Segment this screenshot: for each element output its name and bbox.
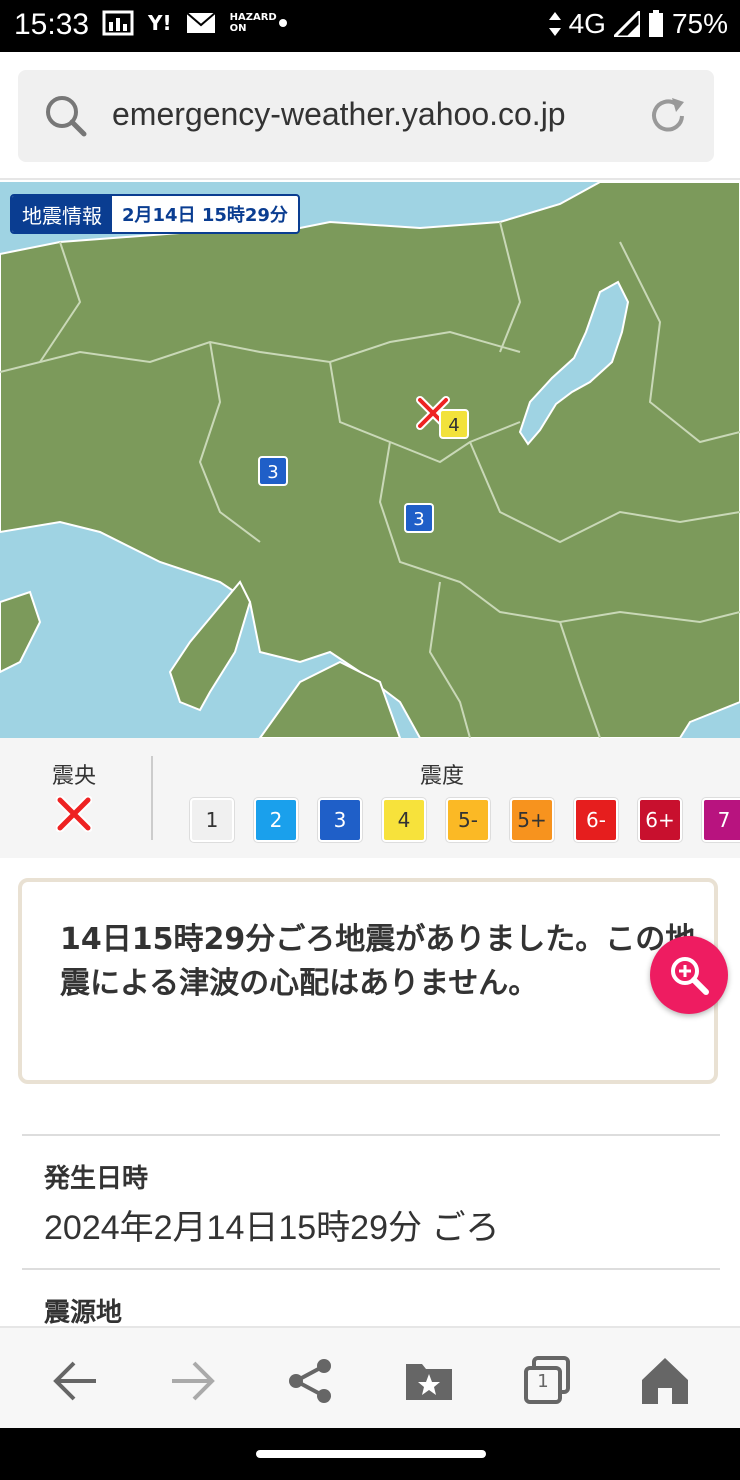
status-right: 4G 75% bbox=[548, 8, 728, 40]
intensity-chip: 1 bbox=[190, 798, 234, 842]
marker-label: 3 bbox=[413, 509, 424, 530]
tabs-button[interactable]: 1 bbox=[520, 1354, 574, 1408]
hazard-on-icon: HAZARD ON bbox=[229, 12, 277, 34]
network-type: 4G bbox=[568, 8, 606, 39]
intensity-chip: 6+ bbox=[638, 798, 682, 842]
mail-icon bbox=[185, 12, 216, 33]
field-value-datetime: 2024年2月14日15時29分 ごろ bbox=[44, 1209, 500, 1247]
tab-count: 1 bbox=[537, 1371, 549, 1392]
divider bbox=[22, 1134, 720, 1136]
zoom-in-icon bbox=[671, 957, 709, 995]
intensity-label: 震度 bbox=[420, 764, 465, 789]
intensity-marker-4: 4 bbox=[439, 409, 469, 439]
dot-icon bbox=[278, 19, 287, 27]
intensity-marker-3: 3 bbox=[258, 456, 288, 486]
gallery-icon bbox=[102, 10, 134, 36]
browser-toolbar: 1 bbox=[0, 1326, 740, 1430]
address-bar[interactable]: emergency-weather.yahoo.co.jp bbox=[18, 70, 714, 162]
intensity-chip: 7 bbox=[702, 798, 740, 842]
intensity-chip: 5+ bbox=[510, 798, 554, 842]
signal-icon bbox=[613, 11, 640, 37]
legend-divider bbox=[151, 756, 153, 840]
marker-label: 3 bbox=[267, 462, 278, 483]
divider bbox=[0, 178, 740, 180]
home-icon[interactable] bbox=[638, 1354, 692, 1408]
intensity-chip: 5- bbox=[446, 798, 490, 842]
system-nav-bar bbox=[0, 1428, 740, 1480]
intensity-scale: 1 2 3 4 5- 5+ 6- 6+ 7 bbox=[190, 798, 740, 842]
bookmark-icon[interactable] bbox=[402, 1354, 456, 1408]
search-icon[interactable] bbox=[44, 94, 88, 138]
map-legend: 震央 震度 1 2 3 4 5- 5+ 6- 6+ 7 bbox=[0, 738, 740, 858]
badge-title: 地震情報 bbox=[12, 196, 112, 232]
back-icon[interactable] bbox=[48, 1354, 102, 1408]
status-bar: 15:33 Y! HAZARD ON 4G 75% bbox=[0, 0, 740, 52]
data-arrows-icon bbox=[548, 12, 561, 36]
battery-icon bbox=[648, 10, 663, 37]
status-time: 15:33 bbox=[14, 8, 90, 41]
intensity-chip: 3 bbox=[318, 798, 362, 842]
status-icons: Y! HAZARD ON bbox=[102, 10, 288, 36]
earthquake-message-box: 14日15時29分ごろ地震がありました。この地震による津波の心配はありません。 bbox=[18, 878, 718, 1084]
intensity-chip: 4 bbox=[382, 798, 426, 842]
intensity-marker-3: 3 bbox=[404, 503, 434, 533]
epicenter-label: 震央 bbox=[52, 764, 97, 789]
epicenter-icon bbox=[56, 796, 92, 832]
intensity-chip: 6- bbox=[574, 798, 618, 842]
earthquake-info-badge: 地震情報 2月14日 15時29分 bbox=[10, 194, 300, 234]
reload-icon[interactable] bbox=[646, 94, 690, 138]
yahoo-icon: Y! bbox=[148, 11, 172, 35]
divider bbox=[22, 1268, 720, 1270]
marker-label: 4 bbox=[448, 415, 459, 436]
intensity-chip: 2 bbox=[254, 798, 298, 842]
field-label-epicenter: 震源地 bbox=[44, 1298, 123, 1328]
earthquake-map[interactable]: 4 3 3 bbox=[0, 182, 740, 738]
home-gesture-handle[interactable] bbox=[256, 1450, 486, 1458]
url-text[interactable]: emergency-weather.yahoo.co.jp bbox=[112, 96, 566, 133]
earthquake-message: 14日15時29分ごろ地震がありました。この地震による津波の心配はありません。 bbox=[60, 922, 696, 1001]
badge-date: 2月14日 15時29分 bbox=[122, 205, 288, 226]
field-label-datetime: 発生日時 bbox=[44, 1164, 149, 1194]
forward-icon[interactable] bbox=[166, 1354, 220, 1408]
zoom-button[interactable] bbox=[650, 936, 728, 1014]
battery-level: 75% bbox=[671, 8, 728, 39]
share-icon[interactable] bbox=[284, 1354, 338, 1408]
